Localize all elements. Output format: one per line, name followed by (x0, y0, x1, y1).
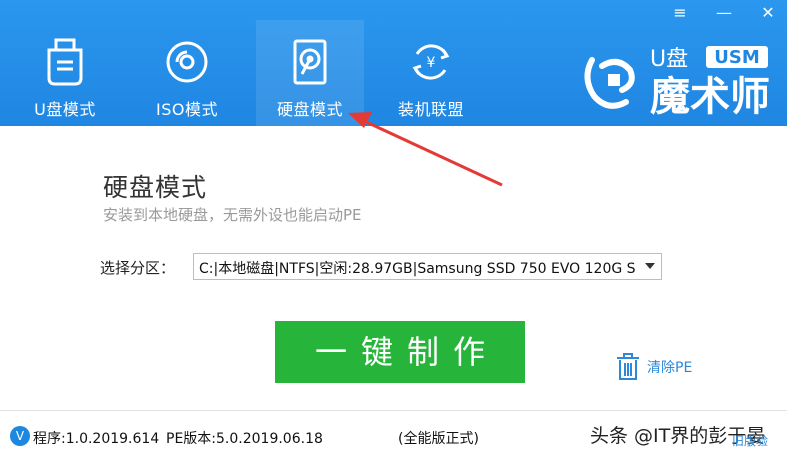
partition-label: 选择分区： (100, 259, 176, 277)
tab-label: 装机联盟 (397, 100, 464, 119)
partition-select[interactable]: C:|本地磁盘|NTFS|空闲:28.97GB|Samsung SSD 750 … (193, 253, 662, 280)
old-version-link[interactable]: 旧版验 (732, 432, 768, 449)
pe-version: PE版本:5.0.2019.06.18 (166, 431, 323, 447)
top-banner: ≡ — ✕ U盘模式 ISO模式 硬盘模式 ¥ 装机联盟 U盘 USM 魔术师 (0, 0, 787, 126)
tab-label: 硬盘模式 (276, 100, 343, 119)
app-logo: U盘 USM 魔术师 (578, 40, 778, 120)
tab-label: ISO模式 (156, 100, 218, 119)
window-controls: ≡ — ✕ (669, 2, 779, 24)
close-button[interactable]: ✕ (757, 2, 779, 24)
trash-icon (617, 353, 639, 380)
logo-brand-main: 魔术师 (650, 74, 770, 118)
page-title: 硬盘模式 (103, 173, 208, 202)
yen-cycle-icon: ¥ (409, 38, 453, 86)
tab-iso-mode[interactable]: ISO模式 (132, 20, 242, 126)
edition-label: (全能版正式) (398, 431, 479, 447)
status-bar: V 程序:1.0.2019.614 PE版本:5.0.2019.06.18 (全… (0, 410, 787, 455)
page-subtitle: 安装到本地硬盘，无需外设也能启动PE (103, 206, 362, 224)
tab-usb-mode[interactable]: U盘模式 (10, 20, 120, 126)
usb-drive-icon (43, 38, 87, 86)
clear-pe-label: 清除PE (647, 360, 693, 376)
disc-icon (165, 38, 209, 86)
partition-value: C:|本地磁盘|NTFS|空闲:28.97GB|Samsung SSD 750 … (199, 261, 636, 277)
one-click-make-button[interactable]: 一键制作 (275, 321, 525, 383)
logo-brand-top: U盘 (650, 47, 688, 72)
chevron-down-icon (645, 263, 655, 269)
minimize-button[interactable]: — (713, 2, 735, 24)
tab-hard-disk-mode[interactable]: 硬盘模式 (256, 20, 364, 126)
hard-drive-icon (288, 38, 332, 86)
clear-pe-button[interactable]: 清除PE (614, 352, 692, 382)
version-badge: V (10, 426, 30, 446)
program-version: 程序:1.0.2019.614 (33, 431, 160, 447)
tab-label: U盘模式 (34, 100, 96, 119)
menu-button[interactable]: ≡ (669, 2, 691, 24)
tab-install-alliance[interactable]: ¥ 装机联盟 (376, 20, 486, 126)
logo-badge: USM (714, 47, 760, 68)
svg-text:¥: ¥ (427, 55, 436, 71)
